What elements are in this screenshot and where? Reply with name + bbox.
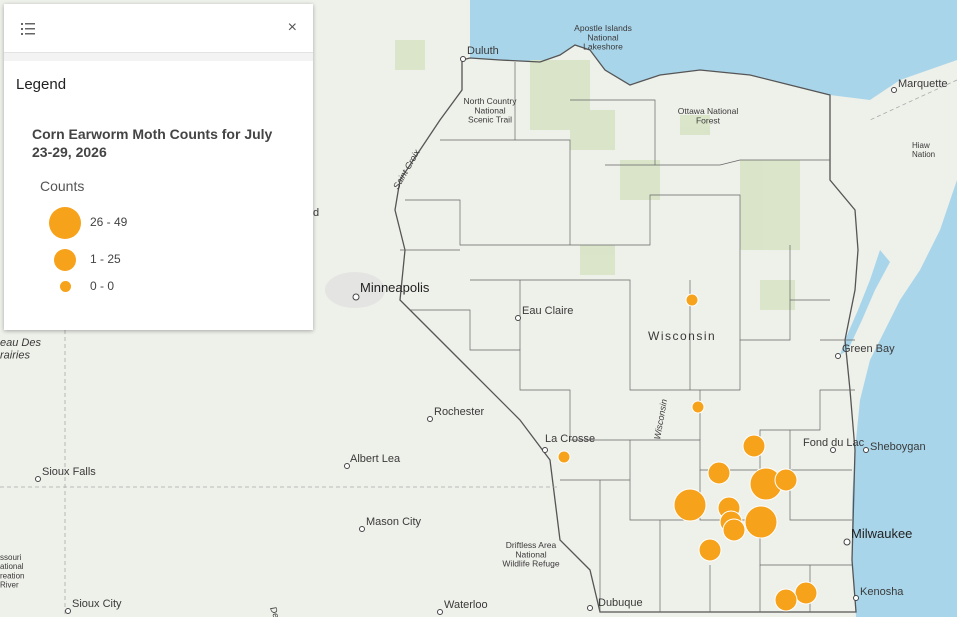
city-label-la-crosse: La Crosse [545,433,595,445]
city-label-eau-claire: Eau Claire [522,305,573,317]
city-label-waterloo: Waterloo [444,599,488,611]
city-label-sioux-falls: Sioux Falls [42,466,96,478]
field-title: Counts [40,178,85,194]
panel-divider [4,53,313,61]
legend-panel-header: × [4,4,313,53]
site-point [722,518,746,542]
layer-title: Corn Earworm Moth Counts for July 23-29,… [32,126,273,160]
city-label-marquette: Marquette [898,78,948,90]
legend-symbol-small [60,281,71,292]
city-label-sioux-city: Sioux City [72,598,122,610]
site-point [744,505,778,539]
city-label-dubuque: Dubuque [598,597,643,609]
site-point [557,450,571,464]
site-point [673,488,707,522]
city-label-fond-du-lac: Fond du Lac [803,437,865,449]
legend-symbol-large [49,207,81,239]
site-point [698,538,722,562]
city-label-mason-city: Mason City [366,516,422,528]
edge-label-d: d [313,207,319,219]
site-point [774,468,798,492]
site-point [691,400,705,414]
city-label-rochester: Rochester [434,406,484,418]
legend-panel: × Legend Corn Earworm Moth Counts for Ju… [4,4,313,330]
city-label-sheboygan: Sheboygan [870,441,926,453]
legend-title: Legend [16,76,67,93]
city-label-green-bay: Green Bay [842,343,895,355]
city-label-duluth: Duluth [467,45,499,57]
site-point [685,293,699,307]
city-label-kenosha: Kenosha [860,586,904,598]
city-label-milwaukee: Milwaukee [851,526,912,541]
list-icon[interactable] [21,22,35,36]
legend-symbol-medium [54,249,76,271]
site-point [794,581,818,605]
close-icon[interactable]: × [288,18,297,38]
state-label-wisconsin: Wisconsin [648,329,716,343]
site-point [707,461,731,485]
city-label-albert-lea: Albert Lea [350,453,401,465]
legend-label-large: 26 - 49 [90,215,128,229]
legend-label-small: 0 - 0 [90,279,115,293]
site-point [774,588,798,612]
site-point [742,434,766,458]
city-label-minneapolis: Minneapolis [360,280,430,295]
legend-label-medium: 1 - 25 [90,252,121,266]
